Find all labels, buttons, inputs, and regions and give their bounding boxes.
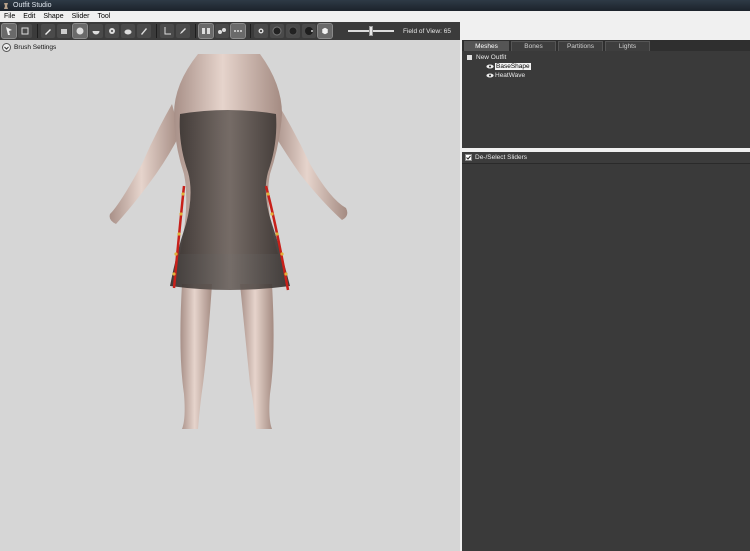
sliders-header: De-/Select Sliders — [462, 152, 750, 164]
mask-brush-button[interactable] — [137, 24, 151, 38]
symmetry-icon — [234, 30, 242, 32]
transform-tool-button[interactable] — [18, 24, 32, 38]
inflate-brush-icon — [76, 27, 84, 35]
tree-item-label: BaseShape — [495, 63, 531, 70]
solid-sphere-icon — [288, 26, 298, 36]
solid-sphere-button[interactable] — [286, 24, 300, 38]
brush-settings-label: Brush Settings — [14, 44, 57, 51]
chevron-down-icon — [2, 43, 11, 52]
fov-slider-thumb[interactable] — [369, 26, 373, 36]
tree-item-label: HeatWave — [495, 72, 526, 79]
tab-partitions[interactable]: Partitions — [558, 41, 603, 51]
eraser-tool-button[interactable] — [57, 24, 71, 38]
toolbar-separator — [37, 24, 38, 38]
select-tool-button[interactable] — [1, 23, 17, 39]
collapse-icon[interactable] — [467, 55, 472, 60]
viewport-3d[interactable]: Brush Settings — [0, 40, 460, 551]
eraser-tool-icon — [61, 29, 67, 34]
menu-tool[interactable]: Tool — [94, 13, 115, 20]
connected-button[interactable] — [215, 24, 229, 38]
wireframe-sphere-icon — [272, 26, 282, 36]
deflate-brush-icon — [92, 31, 100, 35]
connected-icon — [218, 28, 226, 34]
axis-icon — [164, 27, 171, 35]
move-brush-button[interactable] — [105, 24, 119, 38]
eye-icon[interactable] — [486, 73, 494, 78]
tab-meshes[interactable]: Meshes — [464, 41, 509, 51]
app-icon — [4, 2, 8, 9]
lighting-sphere-icon — [305, 27, 313, 35]
right-leg — [240, 284, 274, 429]
right-arm — [274, 104, 348, 220]
brush-tool-icon — [45, 29, 51, 35]
move-brush-icon — [109, 28, 115, 34]
tree-item-heatwave[interactable]: HeatWave — [486, 72, 525, 79]
toolbar-separator — [156, 24, 157, 38]
lighting-sphere-button[interactable] — [302, 24, 316, 38]
checkmark-icon — [466, 155, 471, 160]
title-bar: Outfit Studio — [0, 0, 750, 11]
tree-root[interactable]: New Outfit — [467, 54, 506, 61]
vertex-dot-button[interactable] — [254, 24, 268, 38]
slider-list — [462, 164, 750, 551]
deflate-brush-button[interactable] — [89, 24, 103, 38]
menu-edit[interactable]: Edit — [19, 13, 39, 20]
panel-tabs: Meshes Bones Partitions Lights — [462, 40, 750, 51]
brush-tool-button[interactable] — [41, 24, 55, 38]
tab-bones[interactable]: Bones — [511, 41, 556, 51]
pen-button[interactable] — [176, 24, 190, 38]
mask-brush-icon — [141, 28, 147, 35]
toolbar: Field of View: 65 — [0, 22, 460, 40]
vertex-dot-icon — [258, 28, 264, 34]
model-preview — [109, 54, 348, 429]
tree-item-baseshape[interactable]: BaseShape — [486, 63, 531, 70]
window-title: Outfit Studio — [13, 2, 52, 9]
fov-slider[interactable] — [348, 24, 394, 38]
wireframe-sphere-button[interactable] — [270, 24, 284, 38]
menu-bar: File Edit Shape Slider Tool — [0, 11, 750, 22]
tab-lights[interactable]: Lights — [605, 41, 650, 51]
mirror-icon — [202, 28, 210, 34]
brush-settings-toggle[interactable]: Brush Settings — [2, 43, 56, 52]
texture-cube-icon — [321, 27, 329, 35]
field-of-view-label: Field of View: 65 — [403, 27, 451, 35]
symmetry-button[interactable] — [230, 23, 246, 39]
transform-tool-icon — [21, 27, 29, 35]
menu-file[interactable]: File — [0, 13, 19, 20]
menu-shape[interactable]: Shape — [39, 13, 67, 20]
toolbar-separator — [250, 24, 251, 38]
right-pane: Meshes Bones Partitions Lights New Outfi… — [462, 40, 750, 551]
smooth-brush-icon — [124, 29, 132, 35]
mirror-button[interactable] — [198, 23, 214, 39]
select-all-sliders-checkbox[interactable] — [465, 154, 472, 161]
mesh-tree: New Outfit BaseShape HeatWave — [462, 51, 750, 148]
menu-slider[interactable]: Slider — [68, 13, 94, 20]
tree-root-label: New Outfit — [476, 54, 507, 61]
left-arm — [109, 104, 180, 224]
pen-icon — [180, 28, 186, 34]
left-leg — [180, 284, 212, 429]
axis-button[interactable] — [160, 24, 174, 38]
select-tool-icon — [6, 27, 12, 35]
select-sliders-label: De-/Select Sliders — [475, 154, 528, 161]
smooth-brush-button[interactable] — [121, 24, 135, 38]
toolbar-separator — [195, 24, 196, 38]
texture-cube-button[interactable] — [317, 23, 333, 39]
eye-icon[interactable] — [486, 64, 494, 69]
inflate-brush-button[interactable] — [72, 23, 88, 39]
